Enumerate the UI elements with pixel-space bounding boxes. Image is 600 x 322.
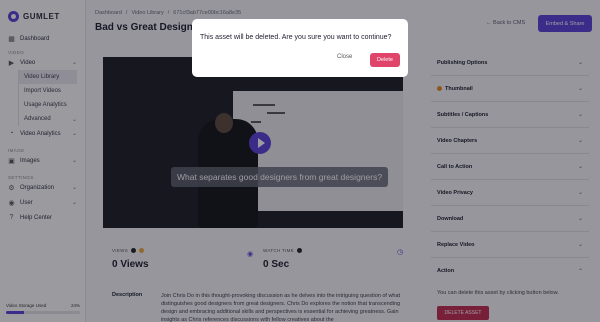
confirm-delete-dialog: This asset will be deleted. Are you sure…: [192, 19, 408, 77]
dialog-message: This asset will be deleted. Are you sure…: [200, 34, 392, 41]
dialog-delete-button[interactable]: Delete: [370, 53, 400, 67]
dialog-close-button[interactable]: Close: [337, 54, 352, 60]
